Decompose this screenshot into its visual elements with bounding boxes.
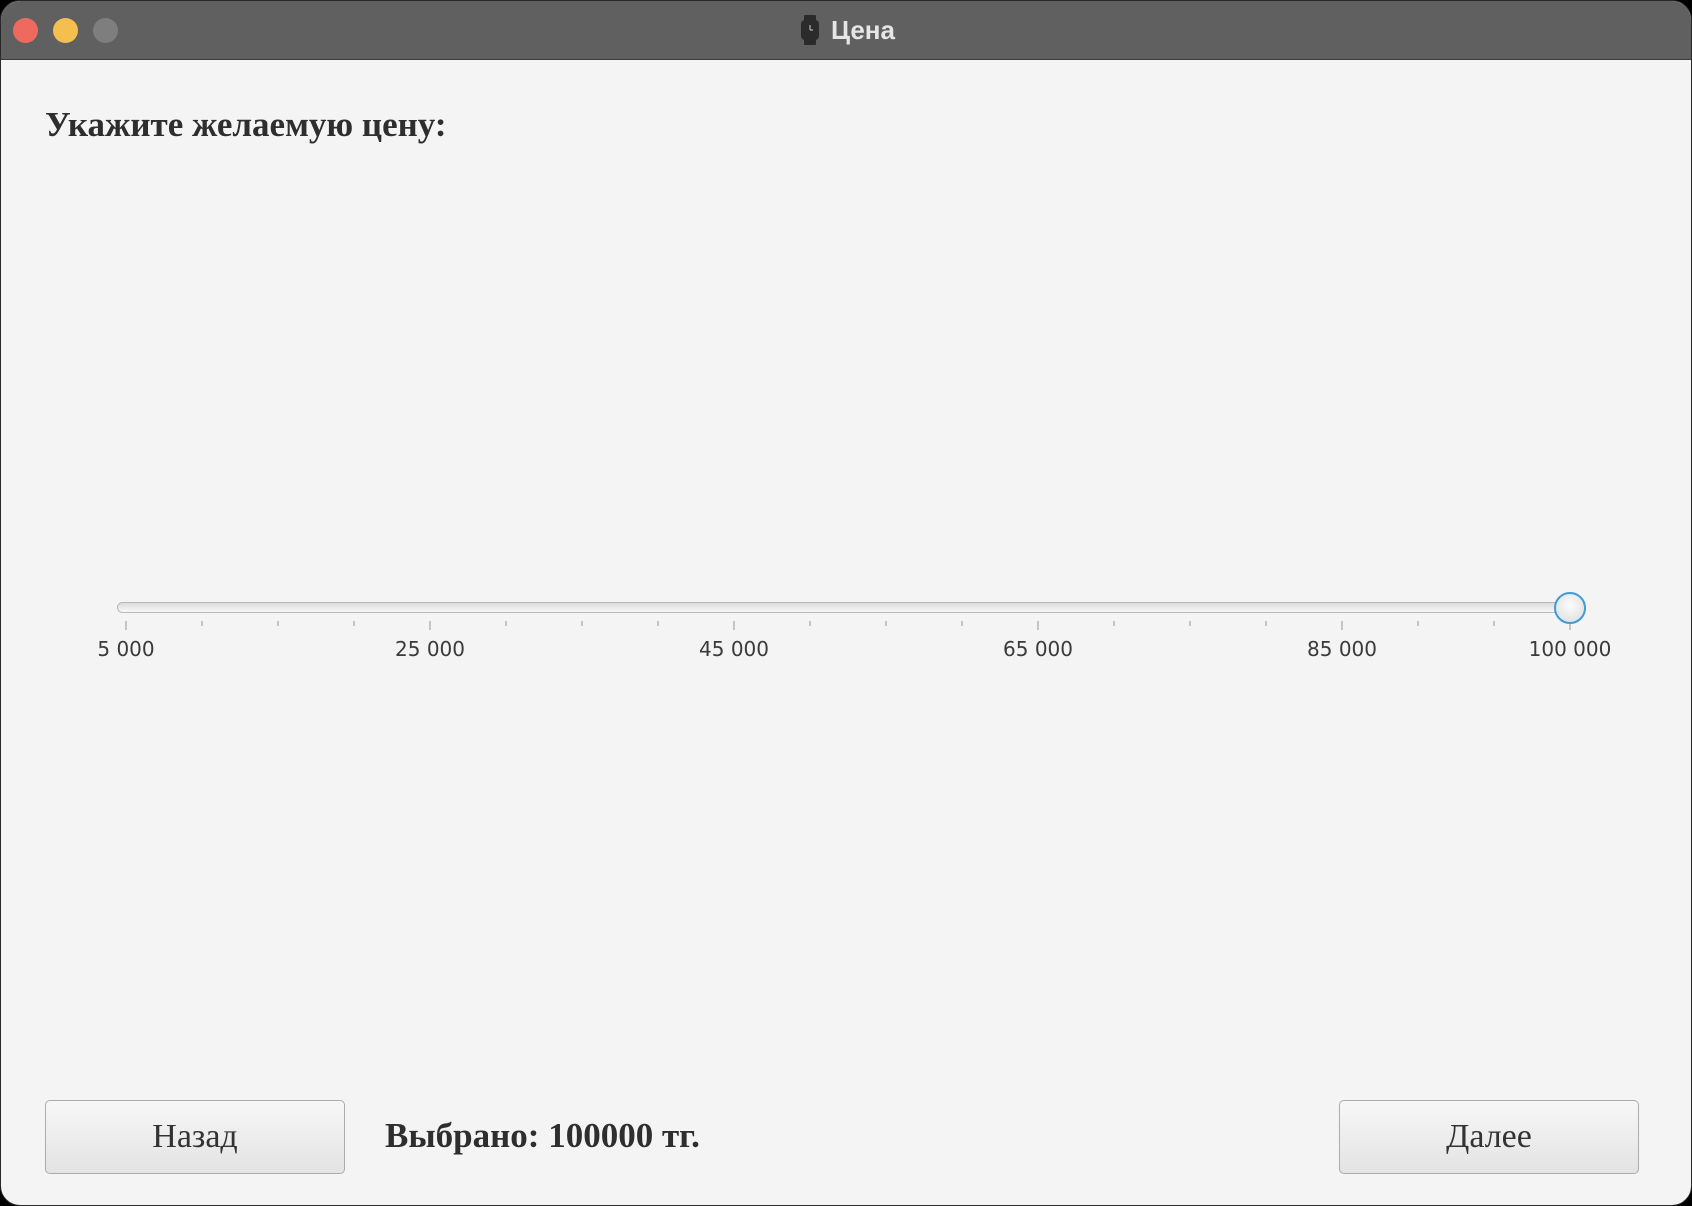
price-slider-thumb[interactable] — [1554, 592, 1586, 624]
back-button[interactable]: Назад — [45, 1100, 345, 1174]
tick-label: 5 000 — [97, 637, 155, 661]
tick-label: 100 000 — [1528, 637, 1612, 661]
tick-label: 65 000 — [1003, 637, 1073, 661]
slider-ticks — [125, 621, 1571, 630]
selected-price-label: Выбрано: 100000 тг. — [385, 1116, 700, 1155]
tick-label: 85 000 — [1307, 637, 1377, 661]
tick-label: 25 000 — [395, 637, 465, 661]
next-button[interactable]: Далее — [1339, 1100, 1639, 1174]
tick-label: 45 000 — [699, 637, 769, 661]
price-window: Цена Укажите желаемую цену: 5 000 25 000 4… — [0, 0, 1692, 1206]
